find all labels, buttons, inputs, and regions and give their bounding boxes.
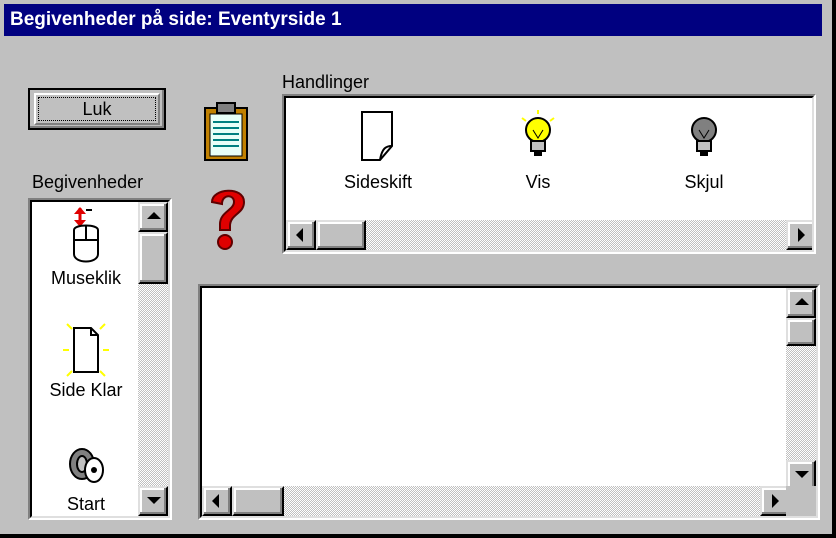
action-item-show[interactable]: Vis bbox=[478, 110, 598, 193]
close-button-label: Luk bbox=[38, 97, 156, 121]
actions-hscroll-thumb[interactable] bbox=[316, 220, 366, 250]
event-item-label: Start bbox=[66, 494, 105, 514]
action-item-label: Vis bbox=[525, 172, 551, 192]
details-pane[interactable] bbox=[198, 284, 820, 520]
help-question-icon[interactable] bbox=[206, 184, 250, 254]
scroll-up-button[interactable] bbox=[786, 288, 816, 318]
action-item-page-turn[interactable]: Sideskift bbox=[318, 110, 438, 193]
actions-label: Handlinger bbox=[282, 72, 370, 92]
scroll-up-button[interactable] bbox=[138, 202, 168, 232]
page-ready-icon bbox=[36, 318, 136, 380]
title-bar: Begivenheder på side: Eventyrside 1 bbox=[4, 4, 822, 36]
lightbulb-off-icon bbox=[644, 110, 764, 162]
events-list[interactable]: Museklik Side Klar Start bbox=[28, 198, 172, 520]
event-item-page-ready[interactable]: Side Klar bbox=[36, 318, 136, 401]
clipboard-icon[interactable] bbox=[202, 100, 252, 164]
details-hscroll-thumb[interactable] bbox=[232, 486, 284, 516]
scroll-left-button[interactable] bbox=[202, 486, 232, 516]
action-item-label: Sideskift bbox=[343, 172, 413, 192]
event-item-start[interactable]: Start bbox=[36, 442, 136, 515]
key-icon bbox=[36, 442, 136, 492]
mouse-click-icon bbox=[36, 206, 136, 266]
events-dialog: Begivenheder på side: Eventyrside 1 Luk … bbox=[0, 0, 836, 538]
events-vscroll-thumb[interactable] bbox=[138, 232, 168, 284]
page-turn-icon bbox=[318, 110, 438, 162]
scroll-corner bbox=[786, 486, 816, 516]
scroll-left-button[interactable] bbox=[286, 220, 316, 250]
details-hscroll-track[interactable] bbox=[202, 486, 790, 516]
event-item-label: Museklik bbox=[50, 268, 121, 288]
action-item-label: Skjul bbox=[684, 172, 724, 192]
lightbulb-on-icon bbox=[478, 110, 598, 162]
scroll-down-button[interactable] bbox=[138, 486, 168, 516]
event-item-label: Side Klar bbox=[49, 380, 123, 400]
action-item-hide[interactable]: Skjul bbox=[644, 110, 764, 193]
details-vscroll-thumb[interactable] bbox=[786, 318, 816, 346]
actions-list[interactable]: Sideskift Vis Skjul bbox=[282, 94, 816, 254]
close-button[interactable]: Luk bbox=[28, 88, 166, 130]
scroll-right-button[interactable] bbox=[786, 220, 812, 250]
event-item-mouse-click[interactable]: Museklik bbox=[36, 206, 136, 289]
events-label: Begivenheder bbox=[32, 172, 144, 192]
